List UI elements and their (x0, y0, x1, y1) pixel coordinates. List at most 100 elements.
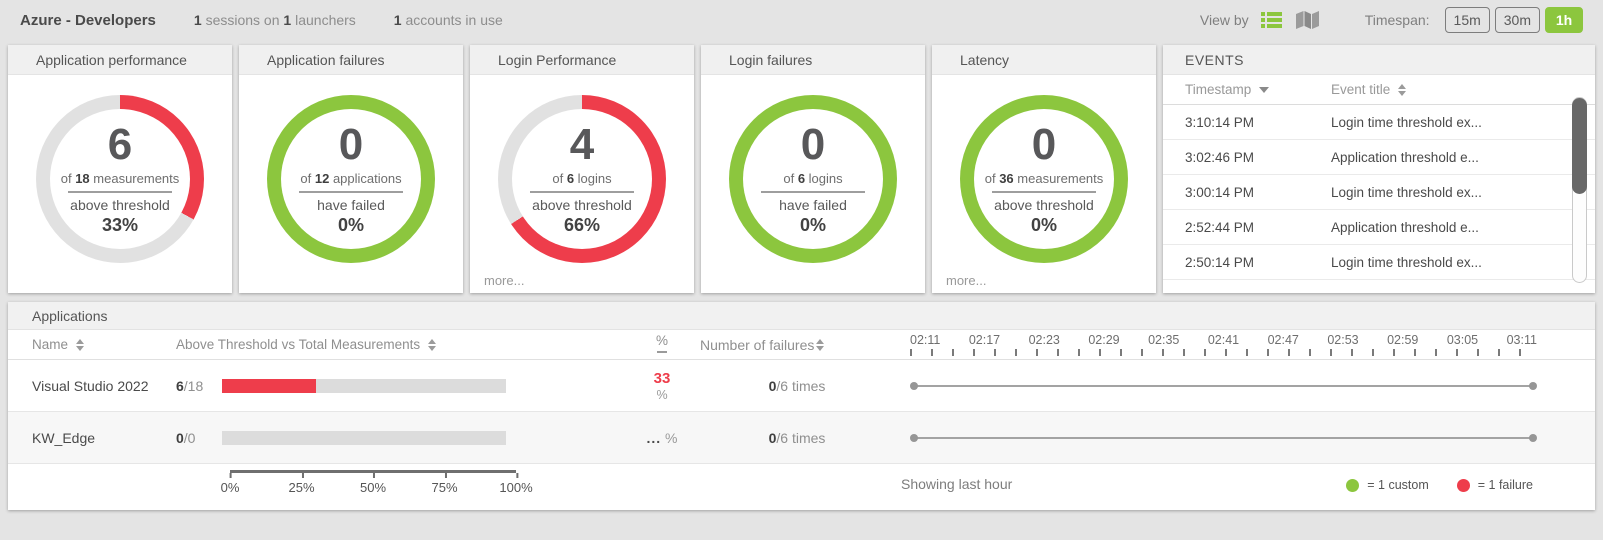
timespan-1h-button[interactable]: 1h (1545, 7, 1583, 33)
legend-label: = 1 custom (1367, 478, 1429, 492)
sort-desc-icon (1259, 87, 1269, 93)
event-row[interactable]: 3:10:14 PM Login time threshold ex... (1163, 105, 1595, 140)
timeline-tick-label: 02:41 (1208, 333, 1239, 347)
card-application-performance[interactable]: Application performance 6 of 18 measurem… (8, 45, 232, 293)
legend: = 1 custom = 1 failure (1318, 478, 1533, 492)
axis-label: 50% (360, 473, 386, 495)
legend-label: = 1 failure (1478, 478, 1533, 492)
gauge-value: 6 (108, 122, 132, 168)
event-title: Login time threshold ex... (1331, 185, 1595, 200)
list-view-icon[interactable] (1261, 12, 1282, 28)
axis-label: 100% (499, 473, 532, 495)
more-link[interactable]: more... (946, 273, 986, 288)
events-sort-timestamp[interactable]: Timestamp (1185, 82, 1331, 97)
gauge-of-line: of 36 measurements (985, 171, 1104, 186)
events-sort-title[interactable]: Event title (1331, 82, 1406, 97)
sessions-summary: 1 sessions on 1 launchers (194, 12, 356, 28)
sessions-mid-text: sessions on (206, 12, 280, 28)
timespan-30m-button[interactable]: 30m (1495, 7, 1540, 33)
event-timestamp: 3:02:46 PM (1185, 150, 1331, 165)
axis-label: 25% (288, 473, 314, 495)
gauge-ring: 0 of 12 applications have failed 0% (267, 95, 435, 263)
more-link[interactable]: more... (484, 273, 524, 288)
map-view-icon[interactable] (1296, 11, 1319, 29)
card-login-performance[interactable]: Login Performance 4 of 6 logins above th… (470, 45, 694, 293)
timeline-tick-label: 02:17 (969, 333, 1000, 347)
axis-label: 75% (431, 473, 457, 495)
custom-dot-icon (1346, 479, 1359, 492)
gauge-value: 4 (570, 122, 594, 168)
card-application-failures[interactable]: Application failures 0 of 12 application… (239, 45, 463, 293)
card-title: Login failures (701, 45, 925, 75)
top-bar: Azure - Developers 1 sessions on 1 launc… (0, 0, 1603, 40)
gauge-ring: 0 of 36 measurements above threshold 0% (960, 95, 1128, 263)
event-row[interactable]: 3:02:46 PM Application threshold e... (1163, 140, 1595, 175)
events-column-headers: Timestamp Event title (1163, 75, 1595, 105)
gauge-value: 0 (1032, 122, 1056, 168)
event-timestamp: 2:50:14 PM (1185, 255, 1331, 270)
percent-axis: 0% 25% 50% 75% 100% (230, 470, 516, 494)
gauge-divider (530, 191, 634, 193)
percent-cell: 33 % (632, 370, 692, 402)
events-title: EVENTS (1163, 45, 1595, 75)
failures-cell: 0/6 times (692, 430, 902, 446)
gauge-caption: above threshold (70, 197, 170, 213)
failure-dot-icon (1457, 479, 1470, 492)
timeline-minor-ticks (910, 349, 1537, 356)
sort-name-header[interactable]: Name (8, 337, 176, 352)
gauge-of-line: of 6 logins (552, 171, 611, 186)
measurements-fraction: 6/18 (176, 378, 222, 394)
threshold-bar-fill (222, 379, 316, 393)
event-title: Login time threshold ex... (1331, 255, 1595, 270)
timeline-tick-label: 02:53 (1327, 333, 1358, 347)
card-latency[interactable]: Latency 0 of 36 measurements above thres… (932, 45, 1156, 293)
event-title: Login time threshold ex... (1331, 115, 1595, 130)
timespan-15m-button[interactable]: 15m (1445, 7, 1490, 33)
card-login-failures[interactable]: Login failures 0 of 6 logins have failed… (701, 45, 925, 293)
events-panel: EVENTS Timestamp Event title 3:10:14 PM … (1163, 45, 1595, 293)
sort-failures-header[interactable]: Number of failures (692, 337, 902, 353)
gauges-row: Application performance 6 of 18 measurem… (0, 40, 1603, 293)
row-timeline (902, 437, 1595, 439)
events-scrollbar-track[interactable] (1572, 97, 1587, 283)
application-row-visual-studio-2022[interactable]: Visual Studio 2022 6/18 33 % 0/6 times (8, 360, 1595, 412)
sort-measurements-header[interactable]: Above Threshold vs Total Measurements (176, 337, 522, 352)
gauge-caption: above threshold (994, 197, 1094, 213)
accounts-suffix: accounts in use (405, 12, 502, 28)
gauge-ring: 0 of 6 logins have failed 0% (729, 95, 897, 263)
threshold-bar (222, 431, 522, 445)
event-title: Application threshold e... (1331, 220, 1595, 235)
gauge-divider (68, 191, 172, 193)
application-row-kw-edge[interactable]: KW_Edge 0/0 ... % 0/6 times (8, 412, 1595, 464)
legend-item-failure: = 1 failure (1457, 478, 1533, 492)
measurements-fraction: 0/0 (176, 430, 222, 446)
gauge-percent: 0% (800, 215, 826, 236)
sessions-count: 1 (194, 12, 202, 28)
topbar-controls: View by Timespan: 15m 30m 1h (1200, 7, 1583, 33)
failures-cell: 0/6 times (692, 378, 902, 394)
card-title: Login Performance (470, 45, 694, 75)
showing-last-hour-note: Showing last hour (901, 476, 1012, 492)
timeline-tick-label: 02:11 (910, 333, 940, 347)
timeline-tick-label: 02:29 (1088, 333, 1119, 347)
application-name: Visual Studio 2022 (8, 378, 176, 394)
timeline-tick-label: 03:05 (1447, 333, 1478, 347)
gauge-percent: 0% (1031, 215, 1057, 236)
card-title: Application failures (239, 45, 463, 75)
applications-title: Applications (8, 302, 1595, 330)
timeline-line (914, 385, 1533, 387)
event-row[interactable]: 3:00:14 PM Login time threshold ex... (1163, 175, 1595, 210)
event-row[interactable]: 2:50:14 PM Login time threshold ex... (1163, 245, 1595, 280)
event-row[interactable]: 2:52:44 PM Application threshold e... (1163, 210, 1595, 245)
gauge-divider (992, 191, 1096, 193)
card-title: Latency (932, 45, 1156, 75)
gauge-of-line: of 12 applications (300, 171, 401, 186)
sort-percent-header[interactable]: % (632, 330, 692, 353)
gauge-caption: above threshold (532, 197, 632, 213)
applications-panel: Applications Name Above Threshold vs Tot… (8, 302, 1595, 510)
sort-dash-icon (657, 351, 667, 353)
events-scrollbar-thumb[interactable] (1572, 98, 1587, 194)
timeline-tick-label: 02:59 (1387, 333, 1418, 347)
gauge-percent: 33% (102, 215, 138, 236)
threshold-bar (222, 379, 522, 393)
